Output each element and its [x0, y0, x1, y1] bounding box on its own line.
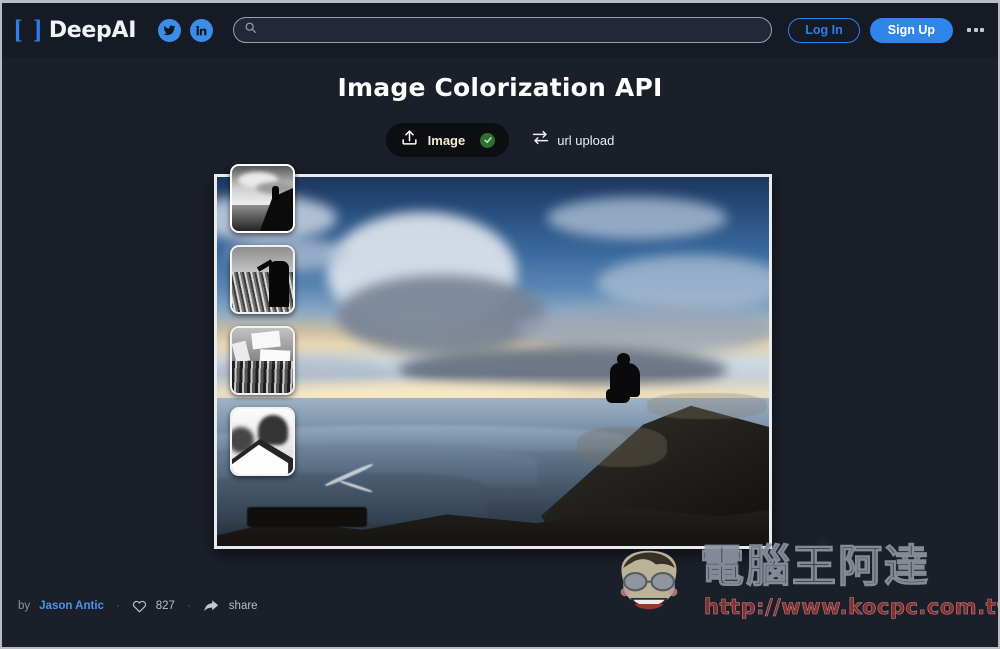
like-count: 827 — [156, 600, 175, 612]
swap-arrows-icon — [531, 129, 550, 151]
thumb3-crowd — [232, 361, 293, 394]
check-circle-icon — [480, 133, 495, 148]
share-arrow-icon[interactable] — [203, 599, 220, 613]
thumbnail-mountain-sunset[interactable] — [230, 164, 295, 233]
upload-icon — [400, 128, 419, 152]
logo-bracket-icon: [ ] — [14, 17, 44, 43]
by-label: by — [18, 600, 30, 612]
logo-text: DeepAI — [49, 18, 136, 43]
thumbnail-list — [230, 164, 295, 476]
site-logo[interactable]: [ ] DeepAI — [10, 17, 136, 43]
mascot-face-icon — [606, 547, 692, 625]
linkedin-icon[interactable] — [190, 19, 213, 42]
twitter-icon[interactable] — [158, 19, 181, 42]
tab-url-label: url upload — [557, 133, 614, 148]
thumb3-sign-1 — [251, 331, 281, 350]
thumb2-speaker — [269, 261, 289, 307]
rock-highlight — [577, 427, 667, 467]
thumb1-person — [272, 186, 279, 200]
photo-canvas — [217, 177, 769, 546]
more-menu-icon[interactable] — [965, 22, 986, 38]
thumbnail-snow-peak[interactable] — [230, 407, 295, 476]
attribution-bar: by Jason Antic · 827 · share — [18, 599, 258, 613]
colorized-result-image[interactable] — [214, 174, 772, 549]
search-icon — [244, 21, 257, 39]
thumbnail-crowd-speaker[interactable] — [230, 245, 295, 314]
site-watermark: ♕ 電腦王阿達 http://www.kocpc.com.tw — [600, 539, 992, 631]
browser-page: [ ] DeepAI Log In Sign Up Image Col — [0, 0, 1000, 649]
share-label: share — [229, 600, 258, 612]
login-button[interactable]: Log In — [788, 18, 860, 43]
social-links — [158, 19, 213, 42]
crown-icon: ♕ — [815, 535, 831, 556]
separator-1: · — [113, 600, 123, 612]
tab-image-label: Image — [428, 133, 466, 148]
rock-ledge-left — [247, 507, 367, 527]
search-input[interactable] — [263, 23, 761, 37]
watermark-text: 電腦王阿達 — [700, 545, 930, 589]
person-legs — [606, 389, 630, 403]
author-link[interactable]: Jason Antic — [39, 600, 104, 612]
image-stage — [214, 174, 772, 549]
thumbnail-protest-signs[interactable] — [230, 326, 295, 395]
heart-icon[interactable] — [132, 599, 147, 613]
site-header: [ ] DeepAI Log In Sign Up — [2, 3, 998, 57]
tab-image-upload[interactable]: Image — [386, 123, 510, 157]
cloud-big-shadow — [337, 275, 547, 355]
rock-highlight-2 — [647, 393, 767, 419]
cloud-right-1 — [547, 197, 727, 239]
signup-button[interactable]: Sign Up — [870, 18, 953, 43]
search-bar[interactable] — [233, 17, 772, 43]
watermark-url: http://www.kocpc.com.tw — [704, 595, 1000, 619]
upload-mode-tabs: Image url upload — [2, 123, 998, 157]
separator-2: · — [184, 600, 194, 612]
page-title: Image Colorization API — [2, 73, 998, 102]
tab-url-upload[interactable]: url upload — [531, 129, 614, 151]
